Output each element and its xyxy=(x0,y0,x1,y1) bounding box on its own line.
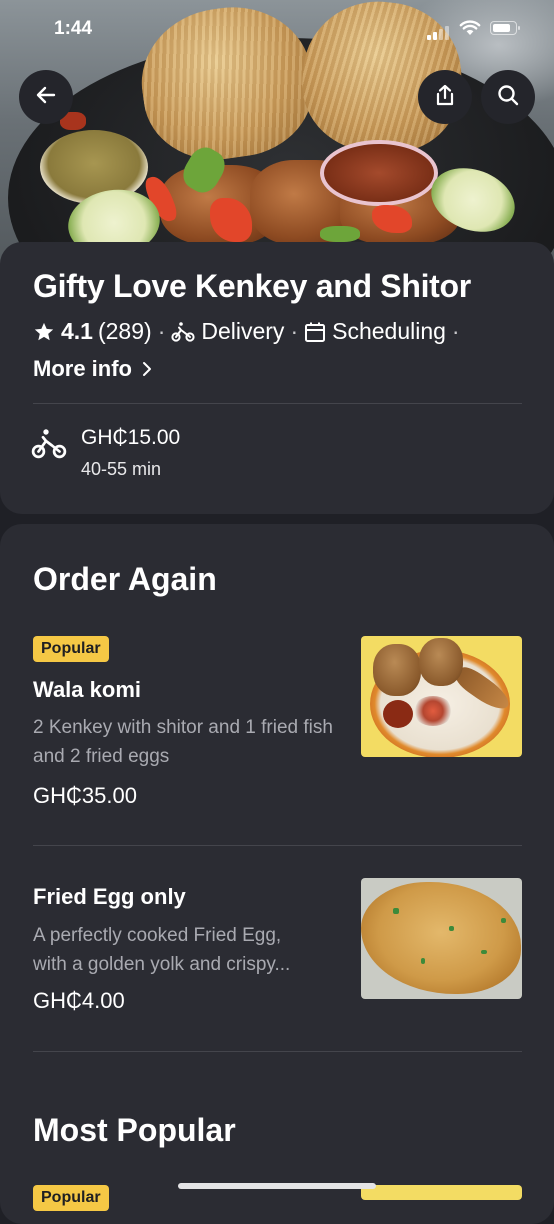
store-name: Gifty Love Kenkey and Shitor xyxy=(33,268,471,304)
popular-badge: Popular xyxy=(33,1185,109,1211)
more-info-link[interactable]: More info xyxy=(33,356,152,382)
bike-icon xyxy=(171,321,195,343)
back-button[interactable] xyxy=(19,70,73,124)
share-icon xyxy=(433,83,457,112)
section-title-most-popular: Most Popular xyxy=(33,1112,236,1148)
status-bar: 1:44 xyxy=(0,0,554,60)
bike-icon xyxy=(31,426,67,467)
delivery-time: 40-55 min xyxy=(81,459,162,479)
item-name: Fried Egg only xyxy=(33,884,186,909)
star-icon xyxy=(33,321,55,343)
divider xyxy=(33,1051,522,1052)
item-image-fried-egg xyxy=(361,878,522,999)
item-image-wala-komi xyxy=(361,636,522,757)
calendar-icon xyxy=(304,321,326,343)
item-description: 2 Kenkey with shitor and 1 fried fish an… xyxy=(33,717,333,767)
search-icon xyxy=(496,83,520,112)
meta-separator: · xyxy=(451,318,460,344)
delivery-label: Delivery xyxy=(201,318,285,344)
item-image xyxy=(361,1185,522,1200)
store-rating: 4.1 xyxy=(61,318,93,344)
scheduling-label: Scheduling xyxy=(332,318,446,344)
item-name: Wala komi xyxy=(33,677,141,702)
arrow-left-icon xyxy=(34,83,58,112)
item-description-line1: A perfectly cooked Fried Egg, xyxy=(33,925,282,946)
wifi-icon xyxy=(459,20,481,41)
popular-badge: Popular xyxy=(33,636,109,662)
store-meta-row: 4.1 (289) · Delivery · Scheduling · xyxy=(33,318,466,345)
item-price: GH₵35.00 xyxy=(33,783,137,808)
meta-separator: · xyxy=(290,318,299,344)
rating-count: (289) xyxy=(97,318,152,344)
delivery-fee: GH₵15.00 xyxy=(81,426,181,449)
item-price: GH₵4.00 xyxy=(33,988,125,1013)
more-info-label: More info xyxy=(33,356,132,381)
item-description-line2: with a golden yolk and crispy... xyxy=(33,954,291,975)
divider xyxy=(33,845,522,846)
share-button[interactable] xyxy=(418,70,472,124)
cellular-signal-icon xyxy=(427,22,451,40)
section-title-order-again: Order Again xyxy=(33,561,217,597)
home-indicator xyxy=(178,1183,376,1189)
divider xyxy=(33,403,522,404)
search-button[interactable] xyxy=(481,70,535,124)
chevron-right-icon xyxy=(142,361,152,377)
battery-icon xyxy=(490,21,520,35)
meta-separator: · xyxy=(157,318,166,344)
status-time: 1:44 xyxy=(54,18,93,39)
